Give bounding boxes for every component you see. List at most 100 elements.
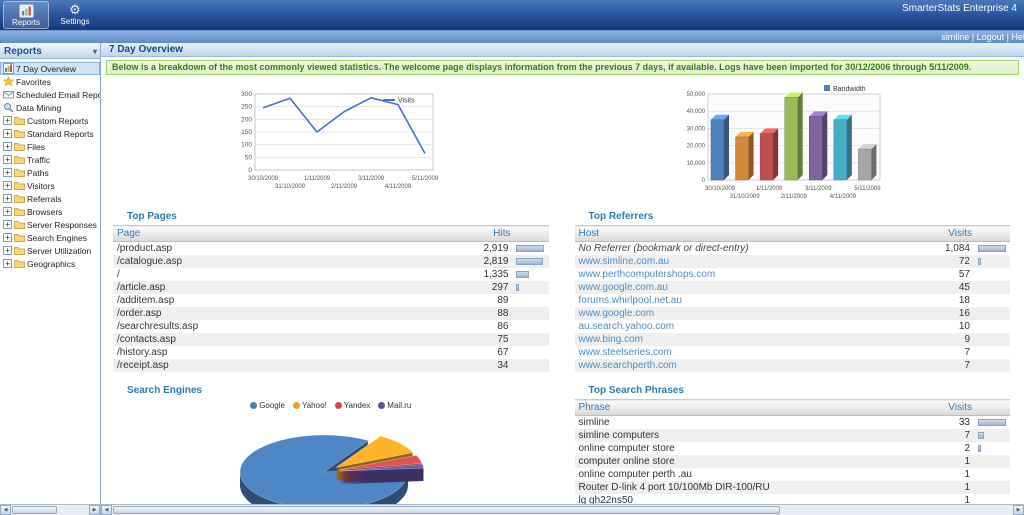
app-window: Reports ⚙ Settings SmarterStats Enterpri… [0,0,1024,515]
sidebar-item-server-utilization[interactable]: + Server Utilization [0,244,100,257]
search-phrase: Router D-link 4 port 10/100Mb DIR-100/RU [575,481,919,494]
value-bar-cell [974,307,1010,320]
legend-item-yandex: Yandex [335,401,371,410]
nav-settings-button[interactable]: ⚙ Settings [52,1,98,29]
user-strip: simline | Logout | Help [0,30,1024,43]
folder-icon [14,167,25,178]
section-top-referrers: Top Referrers Host Visits No Referrer (b… [575,208,1011,372]
expand-icon[interactable]: + [3,207,12,216]
page-path: /receipt.asp [113,359,456,372]
expand-icon[interactable]: + [3,194,12,203]
expand-icon[interactable]: + [3,168,12,177]
sidebar-collapse-icon[interactable]: ▾ [93,47,97,56]
row-value: 88 [456,307,512,320]
legend-color-dot [250,402,257,409]
user-links[interactable]: simline | Logout | Help [941,32,1024,42]
main-nav: Reports ⚙ Settings [3,1,98,29]
svg-text:40,000: 40,000 [686,109,705,115]
row-value: 1 [918,481,974,494]
sidebar: Reports ▾ 7 Day OverviewFavoritesSchedul… [0,43,101,504]
section-top-search-phrases: Top Search Phrases Phrase Visits simline… [575,382,1011,504]
row-value: 10 [918,320,974,333]
sidebar-item-favorites[interactable]: Favorites [0,75,100,88]
scroll-right-arrow[interactable]: ▶ [89,505,100,515]
value-bar-cell [512,242,548,256]
value-bar-cell [974,320,1010,333]
referrer-link[interactable]: www.searchperth.com [575,359,919,372]
page-path: /article.asp [113,281,456,294]
row-value: 7 [918,429,974,442]
sidebar-item-visitors[interactable]: +Visitors [0,179,100,192]
referrer-link[interactable]: www.google.com.au [575,281,919,294]
sidebar-item-browsers[interactable]: +Browsers [0,205,100,218]
expand-icon[interactable]: + [3,155,12,164]
table-row: forums.whirlpool.net.au18 [575,294,1011,307]
referrer-link[interactable]: www.google.com [575,307,919,320]
expand-icon[interactable]: + [3,220,12,229]
expand-icon[interactable]: + [3,259,12,268]
value-bar [516,284,519,291]
row-value: 1,335 [456,268,512,281]
table-row: www.searchperth.com7 [575,359,1011,372]
value-bar-cell [512,333,548,346]
top-pages-table: Page Hits /product.asp2,919/catalogue.as… [113,225,549,372]
referrer-link[interactable]: www.perthcomputershops.com [575,268,919,281]
svg-text:100: 100 [241,142,252,149]
referrer-link[interactable]: forums.whirlpool.net.au [575,294,919,307]
referrer-link[interactable]: www.bing.com [575,333,919,346]
scroll-thumb[interactable] [113,506,780,514]
expand-icon[interactable]: + [3,181,12,190]
expand-icon[interactable]: + [3,142,12,151]
value-bar-cell [974,242,1010,256]
table-row: /product.asp2,919 [113,242,549,256]
scroll-track[interactable] [11,505,89,515]
sidebar-item-geographics[interactable]: +Geographics [0,257,100,270]
expand-icon[interactable]: + [3,129,12,138]
sidebar-item-traffic[interactable]: +Traffic [0,153,100,166]
sidebar-hscrollbar[interactable]: ◀ ▶ [0,505,101,515]
referrer-link[interactable]: www.steelseries.com [575,346,919,359]
layout: Reports ▾ 7 Day OverviewFavoritesSchedul… [0,43,1024,504]
expand-icon[interactable]: + [3,233,12,242]
sidebar-item-label: Data Mining [16,103,61,113]
nav-reports-button[interactable]: Reports [3,1,49,29]
table-row: /catalogue.asp2,819 [113,255,549,268]
legend-item-yahoo: Yahoo! [293,401,327,410]
referrer-link[interactable]: au.search.yahoo.com [575,320,919,333]
sidebar-item-scheduled-email-reports[interactable]: Scheduled Email Reports [0,88,100,101]
sidebar-item-search-engines[interactable]: +Search Engines [0,231,100,244]
sidebar-item-label: Server Utilization [27,246,91,256]
main-hscrollbar[interactable]: ◀ ▶ [101,505,1024,515]
sidebar-item-paths[interactable]: +Paths [0,166,100,179]
table-row: www.google.com16 [575,307,1011,320]
scroll-thumb[interactable] [12,506,57,514]
referrer-link[interactable]: www.simline.com.au [575,255,919,268]
section-top-pages: Top Pages Page Hits /product.asp2,919/ca… [113,208,549,372]
expand-icon[interactable]: + [3,246,12,255]
row-value: 75 [456,333,512,346]
svg-text:2/11/2009: 2/11/2009 [331,184,358,190]
sidebar-item-data-mining[interactable]: Data Mining [0,101,100,114]
sidebar-item-custom-reports[interactable]: +Custom Reports [0,114,100,127]
report-grid: Top Pages Page Hits /product.asp2,919/ca… [101,206,1024,504]
scroll-track[interactable] [112,505,1013,515]
svg-text:31/10/2009: 31/10/2009 [729,194,760,200]
scroll-right-arrow[interactable]: ▶ [1013,505,1024,515]
scroll-left-arrow[interactable]: ◀ [101,505,112,515]
sidebar-item-server-responses[interactable]: +Server Responses [0,218,100,231]
row-value: 2,819 [456,255,512,268]
sidebar-item-referrals[interactable]: +Referrals [0,192,100,205]
legend-color-dot [293,402,300,409]
main-panel: 7 Day Overview Below is a breakdown of t… [101,43,1024,504]
scroll-left-arrow[interactable]: ◀ [0,505,11,515]
value-bar [516,271,529,278]
row-value: 1 [918,494,974,504]
sidebar-item-7-day-overview[interactable]: 7 Day Overview [0,62,100,75]
sidebar-item-label: Scheduled Email Reports [16,90,100,100]
horizontal-scrollbar-row: ◀ ▶ ◀ ▶ [0,504,1024,515]
sidebar-item-standard-reports[interactable]: +Standard Reports [0,127,100,140]
page-path: / [113,268,456,281]
sidebar-item-files[interactable]: +Files [0,140,100,153]
expand-icon[interactable]: + [3,116,12,125]
legend-color-dot [335,402,342,409]
